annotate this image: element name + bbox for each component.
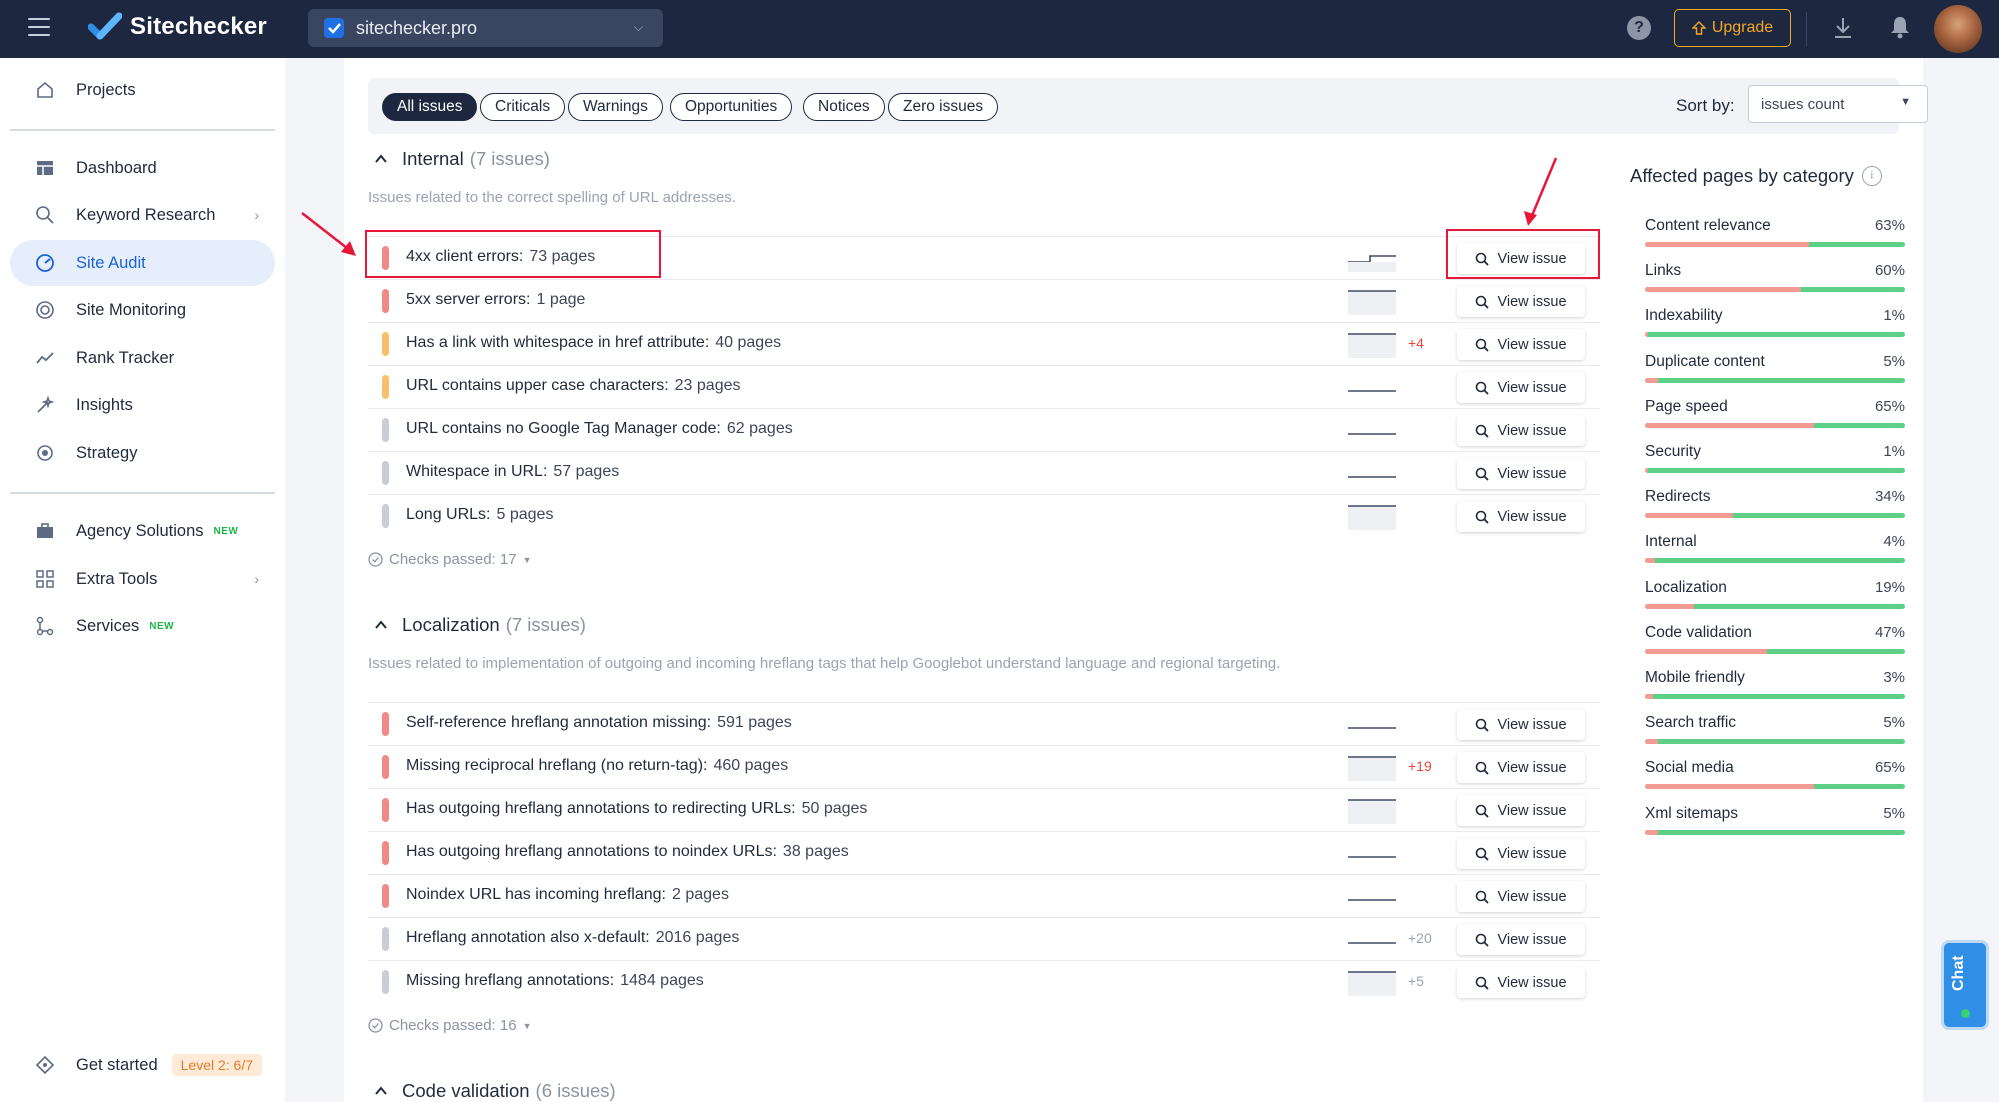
chat-button[interactable]: Chat [1941, 940, 1989, 1030]
chat-label: Chat [1950, 955, 1967, 991]
arrow-icon [301, 212, 353, 253]
online-status-dot [1961, 1009, 1970, 1018]
arrow-icon [1529, 157, 1558, 219]
arrowhead-icon [1524, 211, 1537, 226]
arrowhead-icon [341, 241, 356, 256]
annotation-arrows [301, 157, 1558, 256]
